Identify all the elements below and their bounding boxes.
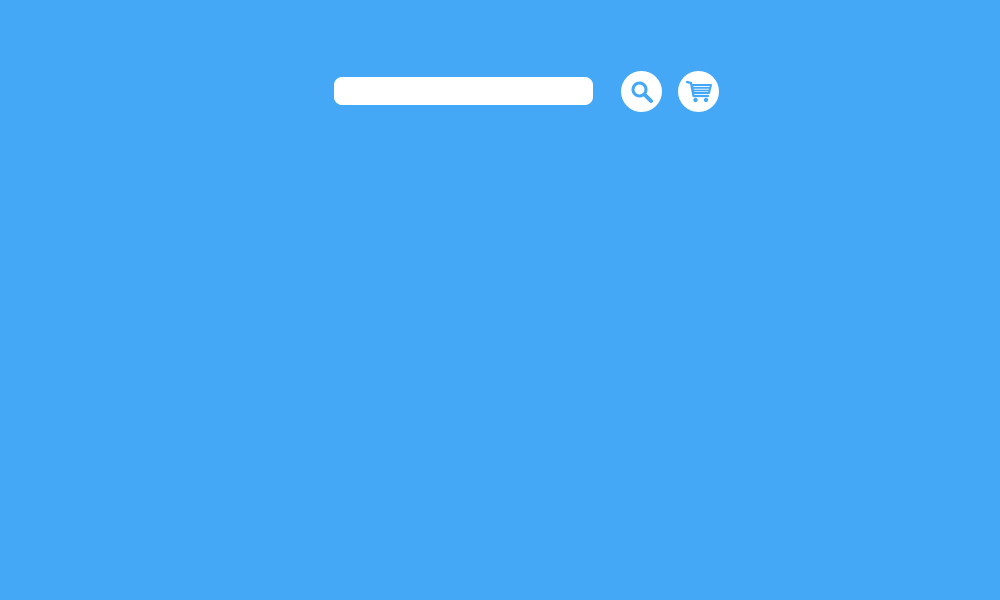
cart-button[interactable] [678, 71, 719, 112]
search-icon [629, 79, 655, 105]
shopping-cart-icon [684, 77, 714, 107]
search-button[interactable] [621, 71, 662, 112]
search-input[interactable] [334, 77, 593, 105]
